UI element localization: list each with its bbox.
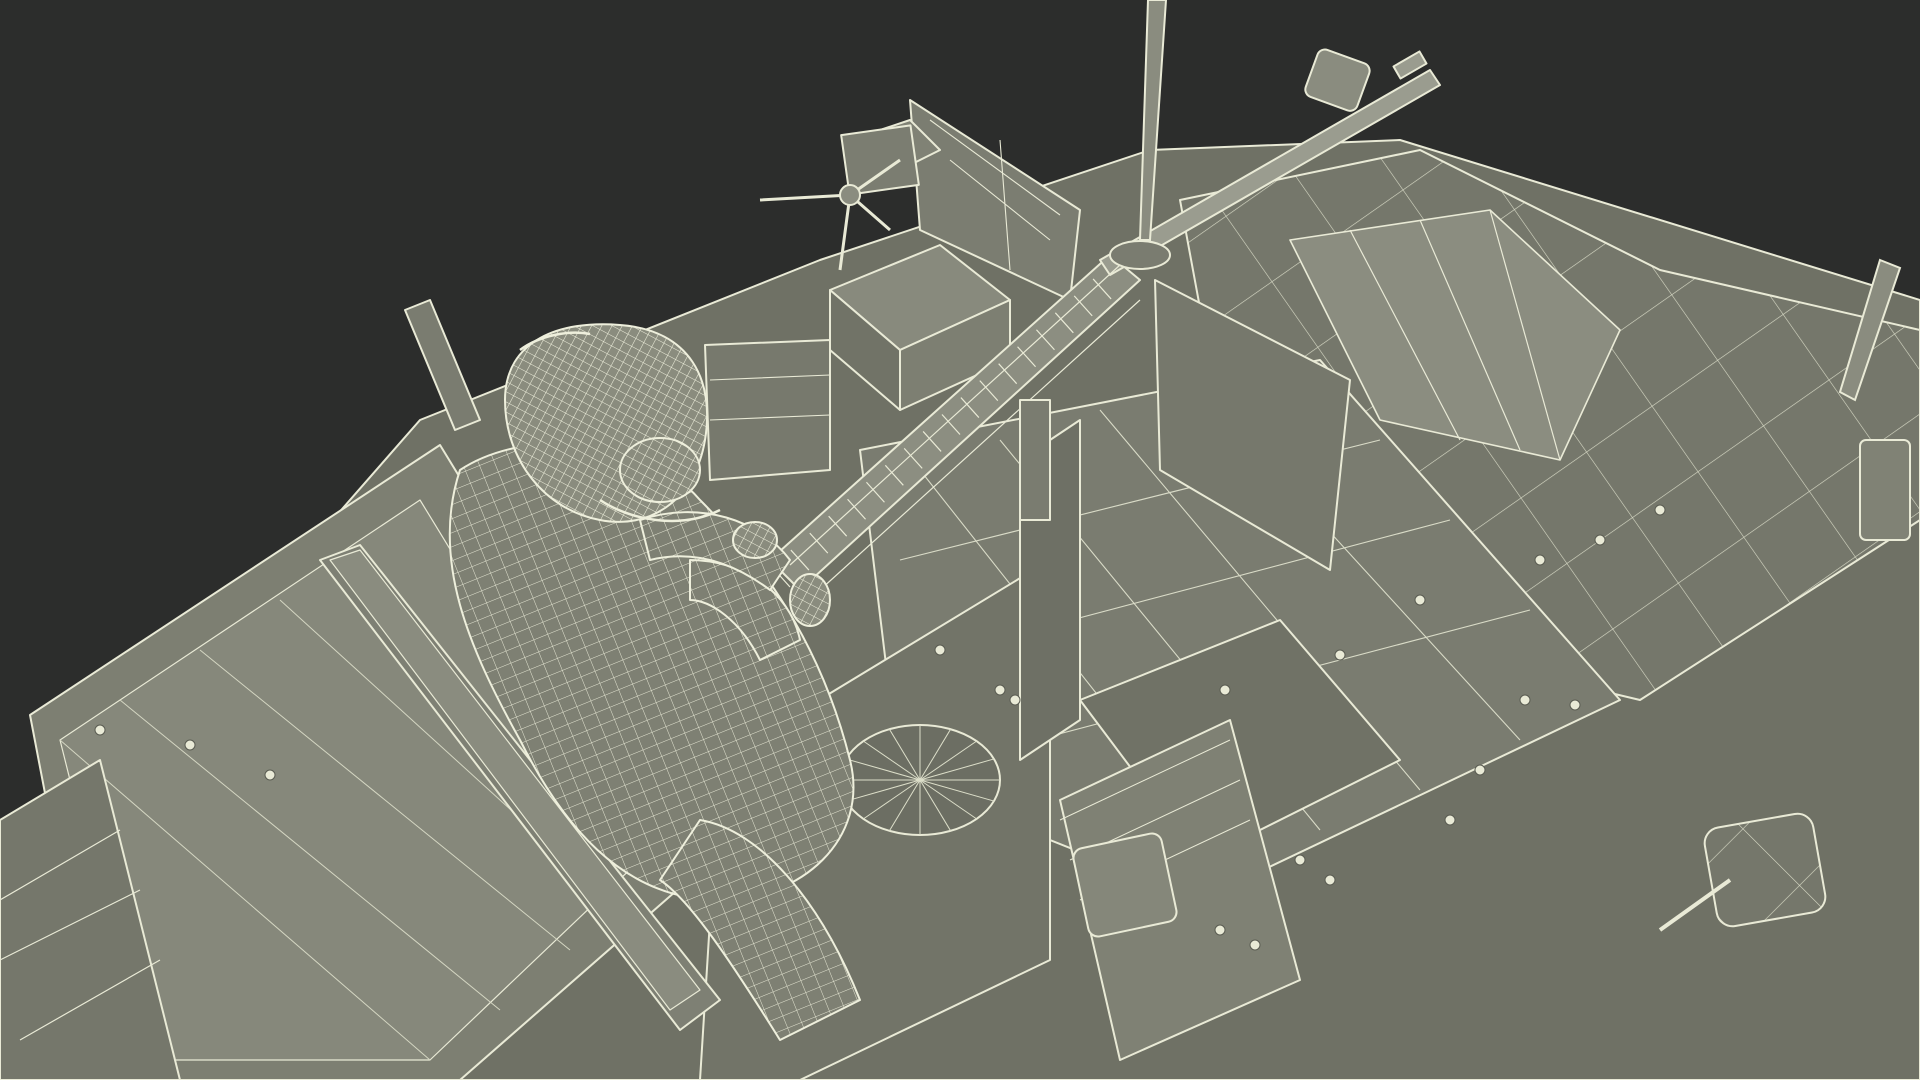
render-viewport [0, 0, 1920, 1080]
rear-panel [704, 339, 831, 481]
wireframe-render [0, 0, 1920, 1080]
turret-ring [839, 724, 1001, 836]
